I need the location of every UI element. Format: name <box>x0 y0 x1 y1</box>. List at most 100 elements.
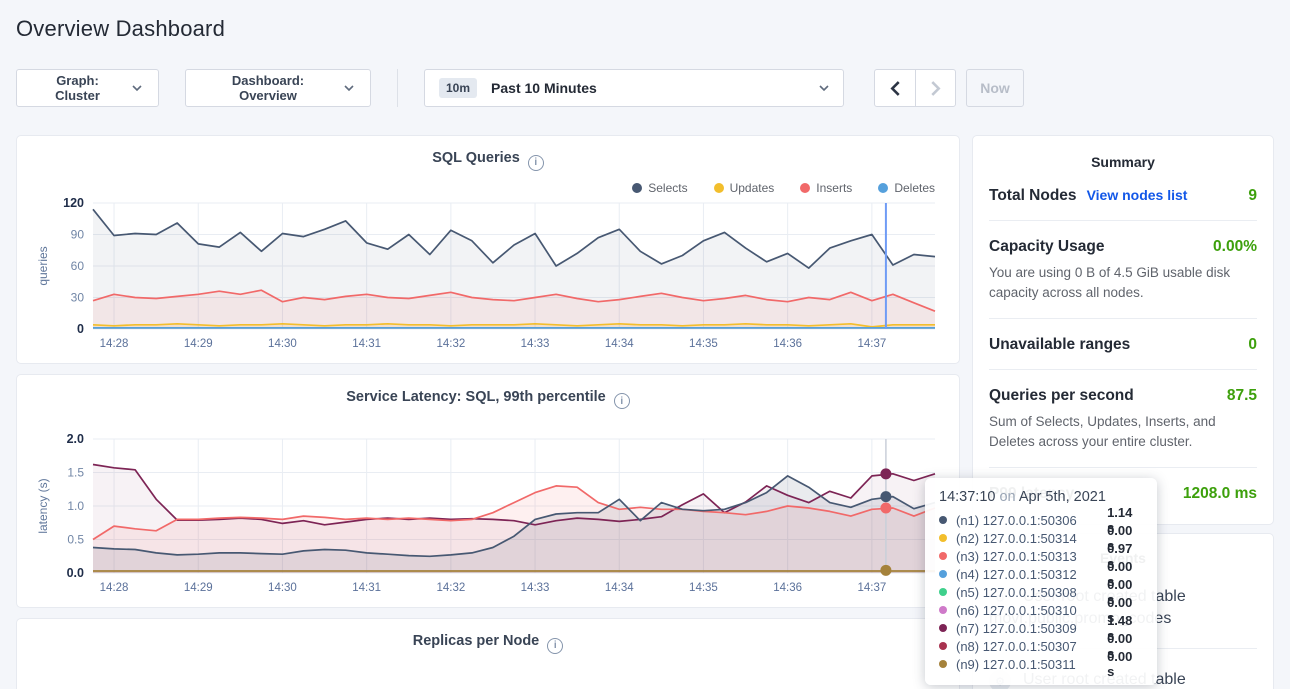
chart-title-text: SQL Queries <box>432 150 520 166</box>
chart-hover-tooltip: 14:37:10 on Apr 5th, 2021 (n1) 127.0.0.1… <box>925 478 1157 685</box>
x-axis-tick-label: 14:33 <box>521 582 550 594</box>
series-dot-icon <box>939 624 947 632</box>
graph-dropdown[interactable]: Graph: Cluster <box>16 69 159 107</box>
replicas-title: Replicas per Nodei <box>33 633 943 654</box>
chevron-right-icon <box>929 81 942 96</box>
legend-label: Inserts <box>816 181 852 195</box>
hover-point-dot <box>880 468 891 479</box>
tooltip-time: 14:37:10 <box>939 489 995 505</box>
now-button[interactable]: Now <box>966 69 1024 107</box>
dashboard-dropdown[interactable]: Dashboard: Overview <box>185 69 371 107</box>
y-axis-tick-label: 1.0 <box>67 499 84 513</box>
summary-value: 0 <box>1248 336 1257 354</box>
summary-row: Capacity Usage 0.00% You are using 0 B of … <box>989 221 1257 319</box>
summary-rows: Total Nodes View nodes list 9 Capacity Usag… <box>989 170 1257 518</box>
summary-value: 0.00% <box>1213 238 1257 256</box>
tooltip-node-address: (n7) 127.0.0.1:50309 <box>956 621 1107 636</box>
time-range-label: Past 10 Minutes <box>491 80 597 96</box>
time-forward-button[interactable] <box>915 70 955 106</box>
charts-column: SQL Queries i Selects Updates Inserts Delete… <box>16 135 960 689</box>
y-axis-tick-label: 120 <box>63 196 84 210</box>
y-axis-label: queries <box>36 246 50 285</box>
tooltip-on: on <box>995 489 1018 505</box>
time-back-button[interactable] <box>875 70 915 106</box>
legend-item[interactable]: Deletes <box>878 181 935 195</box>
latency-chart[interactable]: 14:2814:2914:3014:3114:3214:3314:3414:35… <box>33 431 943 599</box>
tooltip-node-row: (n9) 127.0.0.1:503110.00 s <box>939 655 1143 673</box>
summary-description: You are using 0 B of 4.5 GiB usable disk… <box>989 263 1257 303</box>
x-axis-tick-label: 14:30 <box>268 338 297 350</box>
dashboard-dropdown-label: Dashboard: Overview <box>202 73 334 103</box>
summary-value: 9 <box>1248 187 1257 205</box>
page-title: Overview Dashboard <box>16 0 1274 42</box>
y-axis-tick-label: 1.5 <box>67 466 84 480</box>
sql-queries-legend: Selects Updates Inserts Deletes <box>33 181 935 195</box>
summary-row: Queries per second87.5Sum of Selects, Up… <box>989 370 1257 468</box>
time-range-picker[interactable]: 10m Past 10 Minutes <box>424 69 844 107</box>
info-icon[interactable]: i <box>614 393 630 409</box>
chevron-left-icon <box>889 81 902 96</box>
latency-title: Service Latency: SQL, 99th percentilei <box>33 389 943 410</box>
x-axis-tick-label: 14:28 <box>100 338 129 350</box>
y-axis-tick-label: 90 <box>71 227 85 241</box>
x-axis-tick-label: 14:37 <box>857 582 886 594</box>
legend-item[interactable]: Selects <box>632 181 687 195</box>
y-axis-tick-label: 60 <box>71 259 85 273</box>
graph-dropdown-label: Graph: Cluster <box>33 73 122 103</box>
y-axis-tick-label: 30 <box>71 290 85 304</box>
legend-dot-icon <box>632 183 642 193</box>
x-axis-tick-label: 14:36 <box>773 582 802 594</box>
y-axis-tick-label: 2.0 <box>67 432 84 446</box>
x-axis-tick-label: 14:28 <box>100 582 129 594</box>
replicas-panel: Replicas per Nodei <box>16 618 960 689</box>
x-axis-tick-label: 14:35 <box>689 338 718 350</box>
tooltip-node-address: (n6) 127.0.0.1:50310 <box>956 603 1107 618</box>
tooltip-rows: (n1) 127.0.0.1:503061.14 s(n2) 127.0.0.1… <box>939 511 1143 673</box>
tooltip-node-address: (n3) 127.0.0.1:50313 <box>956 549 1107 564</box>
chevron-down-icon <box>819 83 829 93</box>
tooltip-date: Apr 5th, 2021 <box>1019 489 1106 505</box>
y-axis-label: latency (s) <box>36 478 50 533</box>
summary-value: 1208.0 ms <box>1183 485 1257 503</box>
hover-point-dot <box>880 503 891 514</box>
tooltip-node-address: (n5) 127.0.0.1:50308 <box>956 585 1107 600</box>
x-axis-tick-label: 14:31 <box>352 582 381 594</box>
info-icon[interactable]: i <box>547 638 563 654</box>
summary-label: Capacity Usage <box>989 238 1104 256</box>
legend-label: Updates <box>730 181 775 195</box>
legend-label: Deletes <box>894 181 935 195</box>
tooltip-node-address: (n2) 127.0.0.1:50314 <box>956 531 1107 546</box>
latency-panel: Service Latency: SQL, 99th percentilei 1… <box>16 374 960 609</box>
chevron-down-icon <box>132 83 142 93</box>
legend-dot-icon <box>878 183 888 193</box>
tooltip-node-address: (n9) 127.0.0.1:50311 <box>956 657 1107 672</box>
toolbar: Graph: Cluster Dashboard: Overview 10m P… <box>16 68 1274 108</box>
x-axis-tick-label: 14:33 <box>521 338 550 350</box>
tooltip-node-address: (n1) 127.0.0.1:50306 <box>956 513 1107 528</box>
time-range-badge: 10m <box>439 78 477 98</box>
x-axis-tick-label: 14:37 <box>857 338 886 350</box>
legend-dot-icon <box>800 183 810 193</box>
series-dot-icon <box>939 516 947 524</box>
chevron-down-icon <box>344 83 354 93</box>
summary-value: 87.5 <box>1227 387 1257 405</box>
legend-item[interactable]: Inserts <box>800 181 852 195</box>
tooltip-node-address: (n8) 127.0.0.1:50307 <box>956 639 1107 654</box>
series-dot-icon <box>939 534 947 542</box>
view-nodes-list-link[interactable]: View nodes list <box>1087 187 1188 203</box>
summary-description: Sum of Selects, Updates, Inserts, and De… <box>989 412 1257 452</box>
legend-item[interactable]: Updates <box>714 181 775 195</box>
legend-label: Selects <box>648 181 687 195</box>
tooltip-node-address: (n4) 127.0.0.1:50312 <box>956 567 1107 582</box>
hover-point-dot <box>880 491 891 502</box>
summary-label: Total Nodes <box>989 187 1077 205</box>
series-dot-icon <box>939 660 947 668</box>
summary-row: Total Nodes View nodes list 9 <box>989 170 1257 221</box>
y-axis-tick-label: 0 <box>77 322 84 336</box>
x-axis-tick-label: 14:34 <box>605 338 634 350</box>
series-dot-icon <box>939 588 947 596</box>
sql-queries-chart[interactable]: 14:2814:2914:3014:3114:3214:3314:3414:35… <box>33 195 943 355</box>
series-dot-icon <box>939 570 947 578</box>
info-icon[interactable]: i <box>528 155 544 171</box>
x-axis-tick-label: 14:31 <box>352 338 381 350</box>
